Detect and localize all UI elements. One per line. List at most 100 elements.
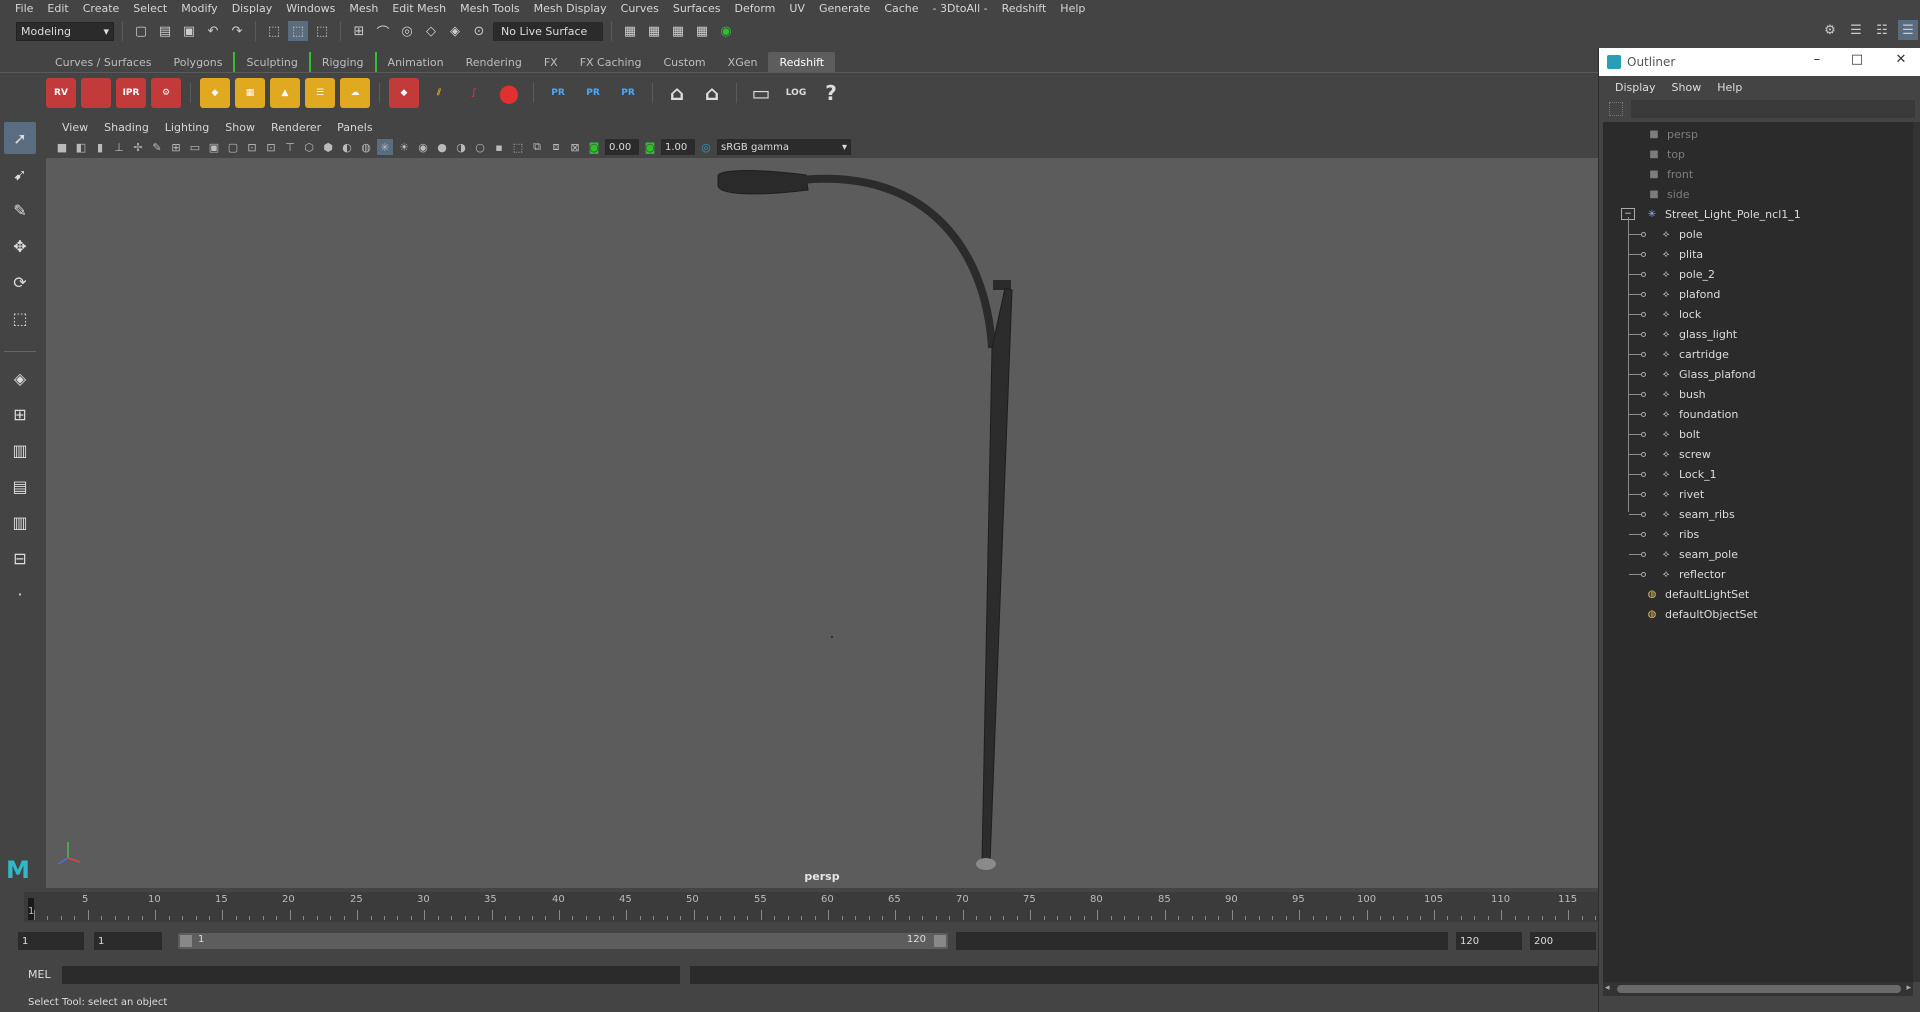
- outliner-menu-help[interactable]: Help: [1709, 81, 1750, 94]
- panel-menu-renderer[interactable]: Renderer: [263, 121, 329, 134]
- panel-menu-panels[interactable]: Panels: [329, 121, 380, 134]
- panel-menu-view[interactable]: View: [54, 121, 96, 134]
- outliner-item-mesh[interactable]: ⟡ reflector: [1603, 564, 1913, 584]
- menu-mesh-display[interactable]: Mesh Display: [527, 2, 614, 15]
- mode-dropdown[interactable]: Modeling ▾: [16, 21, 114, 41]
- render-ipr-icon[interactable]: IPR: [116, 77, 146, 108]
- menu-uv[interactable]: UV: [782, 2, 812, 15]
- expand-node-icon[interactable]: [1641, 372, 1646, 377]
- menu-select[interactable]: Select: [126, 2, 174, 15]
- xray-icon[interactable]: ⬚: [510, 139, 526, 155]
- expand-node-icon[interactable]: [1641, 272, 1646, 277]
- menu-create[interactable]: Create: [76, 2, 127, 15]
- proxy-export-icon[interactable]: PR: [543, 78, 573, 108]
- outliner-item-mesh[interactable]: ⟡ bolt: [1603, 424, 1913, 444]
- menu-file[interactable]: File: [8, 2, 40, 15]
- snap-curve-icon[interactable]: ⌒: [373, 21, 393, 41]
- bookmark-icon[interactable]: ▮: [92, 139, 108, 155]
- outliner-menu-display[interactable]: Display: [1607, 81, 1664, 94]
- grease-pencil-icon[interactable]: ✎: [149, 139, 165, 155]
- xray-joints-icon[interactable]: ⧉: [529, 139, 545, 155]
- snap-point-icon[interactable]: ◎: [397, 21, 417, 41]
- snap-view-icon[interactable]: ◇: [421, 21, 441, 41]
- playback-end-field[interactable]: 120: [1456, 932, 1522, 950]
- snap-surface-icon[interactable]: ◈: [445, 21, 465, 41]
- safe-action-icon[interactable]: ⊡: [263, 139, 279, 155]
- snap-pivot-icon[interactable]: ⊙: [469, 21, 489, 41]
- outliner-item-mesh[interactable]: ⟡ rivet: [1603, 484, 1913, 504]
- proxy-import-icon[interactable]: PR: [578, 78, 608, 108]
- outliner-item-mesh[interactable]: ⟡ glass_light: [1603, 324, 1913, 344]
- expand-node-icon[interactable]: [1641, 452, 1646, 457]
- gate-mask-icon[interactable]: ▢: [225, 139, 241, 155]
- scale-tool-icon[interactable]: ⬚: [4, 302, 36, 334]
- safe-title-icon[interactable]: ⊤: [282, 139, 298, 155]
- redo-icon[interactable]: ↷: [227, 21, 247, 41]
- menu-surfaces[interactable]: Surfaces: [666, 2, 728, 15]
- modeling-toolkit-icon[interactable]: ⚙: [1820, 20, 1840, 40]
- panel-menu-show[interactable]: Show: [217, 121, 263, 134]
- grid-icon[interactable]: ⊞: [168, 139, 184, 155]
- color-management-icon[interactable]: ◎: [698, 139, 714, 155]
- hypershade-layout-icon[interactable]: ▥: [4, 506, 36, 538]
- outliner-item-persp[interactable]: ■ persp: [1603, 124, 1913, 144]
- persp-uv-icon[interactable]: ⊟: [4, 542, 36, 574]
- tab-xgen[interactable]: XGen: [717, 52, 769, 72]
- render-view-icon[interactable]: ◉: [716, 21, 736, 41]
- persp-graph-icon[interactable]: ▤: [4, 470, 36, 502]
- select-object-icon[interactable]: ⬚: [288, 21, 308, 41]
- save-scene-icon[interactable]: ▣: [179, 21, 199, 41]
- scroll-left-icon[interactable]: ◂: [1605, 983, 1610, 993]
- move-tool-icon[interactable]: ✥: [4, 230, 36, 262]
- exposure-icon[interactable]: ◙: [586, 139, 602, 155]
- outliner-item-mesh[interactable]: ⟡ Glass_plafond: [1603, 364, 1913, 384]
- help-icon[interactable]: ?: [816, 78, 846, 108]
- menu-cache[interactable]: Cache: [877, 2, 925, 15]
- shadows-icon[interactable]: ☀: [396, 139, 412, 155]
- outliner-vertical-scrollbar[interactable]: [1913, 122, 1920, 982]
- tab-rendering[interactable]: Rendering: [455, 52, 533, 72]
- range-slider[interactable]: 1 120: [178, 933, 948, 949]
- spot-light-icon[interactable]: ▲: [270, 77, 300, 108]
- render-view-rv-icon[interactable]: RV: [46, 77, 76, 108]
- area-light-icon[interactable]: ◆: [200, 77, 230, 108]
- menu-generate[interactable]: Generate: [812, 2, 877, 15]
- tab-fx-caching[interactable]: FX Caching: [569, 52, 653, 72]
- menu-edit[interactable]: Edit: [40, 2, 75, 15]
- gamma-field[interactable]: 1.00: [661, 139, 695, 155]
- outliner-item-front[interactable]: ■ front: [1603, 164, 1913, 184]
- expand-node-icon[interactable]: [1641, 312, 1646, 317]
- render-settings-icon[interactable]: ▦: [668, 21, 688, 41]
- proxy-swap-icon[interactable]: PR: [613, 78, 643, 108]
- expand-node-icon[interactable]: [1641, 552, 1646, 557]
- select-tool-icon[interactable]: ➚: [4, 122, 36, 154]
- outliner-search-input[interactable]: [1631, 100, 1915, 118]
- camera-attributes-icon[interactable]: ◧: [73, 139, 89, 155]
- outliner-item-mesh[interactable]: ⟡ bush: [1603, 384, 1913, 404]
- tab-custom[interactable]: Custom: [653, 52, 717, 72]
- menu-redshift[interactable]: Redshift: [995, 2, 1054, 15]
- use-all-lights-icon[interactable]: ✳: [377, 139, 393, 155]
- camera-icon[interactable]: ■: [54, 139, 70, 155]
- range-start-handle[interactable]: [180, 935, 192, 947]
- multisample-aa-icon[interactable]: ◑: [453, 139, 469, 155]
- outliner-item-side[interactable]: ■ side: [1603, 184, 1913, 204]
- expand-node-icon[interactable]: [1641, 512, 1646, 517]
- hair-icon[interactable]: ⫽: [424, 78, 454, 108]
- expand-node-icon[interactable]: [1641, 392, 1646, 397]
- tab-animation[interactable]: Animation: [377, 52, 455, 72]
- single-perspective-icon[interactable]: ◈: [4, 362, 36, 394]
- tab-polygons[interactable]: Polygons: [163, 52, 234, 72]
- tab-fx[interactable]: FX: [533, 52, 569, 72]
- resolution-gate-icon[interactable]: ▣: [206, 139, 222, 155]
- menu-mesh[interactable]: Mesh: [342, 2, 385, 15]
- close-icon[interactable]: ✕: [1891, 52, 1911, 72]
- outliner-item-defaultlightset[interactable]: ◍ defaultLightSet: [1603, 584, 1913, 604]
- curve-icon[interactable]: ∫: [459, 78, 489, 108]
- outliner-item-mesh[interactable]: ⟡ lock: [1603, 304, 1913, 324]
- log-icon[interactable]: LOG: [781, 78, 811, 108]
- start-time-field[interactable]: 1: [18, 932, 84, 950]
- outliner-item-group[interactable]: − ✳ Street_Light_Pole_ncl1_1: [1603, 204, 1913, 224]
- portal-light-icon[interactable]: ☰: [305, 77, 335, 108]
- channel-box-icon[interactable]: ☰: [1898, 20, 1918, 40]
